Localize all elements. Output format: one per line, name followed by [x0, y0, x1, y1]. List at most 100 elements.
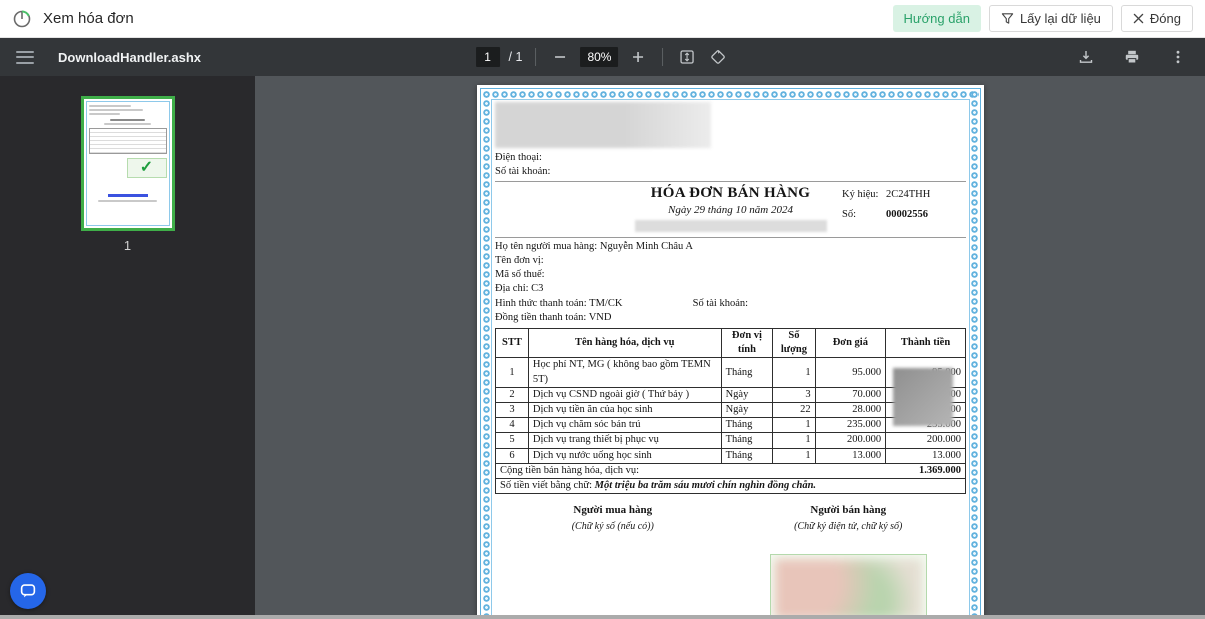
redacted-code-strip	[634, 219, 827, 232]
redacted-qr-code	[893, 367, 953, 426]
currency-value: VND	[588, 311, 612, 323]
line-item-cell: 3	[495, 402, 529, 419]
line-item-cell: Dịch vụ nước uống học sinh	[527, 447, 722, 464]
thumbnail-link-line	[107, 194, 148, 197]
line-item-cell: Dịch vụ CSND ngoài giờ ( Thứ bảy )	[527, 386, 722, 404]
line-item-cell: 1	[772, 357, 816, 388]
line-item-cell: Dịch vụ chăm sóc bán trú	[527, 417, 722, 434]
pie-chart-icon	[12, 9, 32, 29]
header-actions: Hướng dẫn Lấy lại dữ liệu Đóng	[892, 5, 1193, 32]
thumbnail-page-number: 1	[123, 238, 132, 253]
page-title: Xem hóa đơn	[43, 10, 134, 27]
line-item-cell: 22	[772, 402, 816, 419]
pdf-action-icons	[1075, 46, 1189, 68]
invoice-header: HÓA ĐƠN BÁN HÀNG Ngày 29 tháng 10 năm 20…	[495, 184, 966, 234]
horizontal-scrollbar[interactable]	[0, 615, 1205, 619]
amount-in-words-row: Số tiền viết bằng chữ: Một triệu ba trăm…	[495, 478, 966, 495]
page-count-label: / 1	[508, 50, 523, 64]
pdf-page-zoom-controls: / 1	[475, 38, 730, 76]
funnel-icon	[1001, 12, 1014, 25]
toolbar-divider	[535, 48, 537, 66]
x-icon	[1133, 13, 1144, 24]
pdf-viewport[interactable]: Điện thoại: Số tài khoản: HÓA ĐƠN BÁN HÀ…	[255, 76, 1205, 615]
line-item-cell: 95.000	[814, 357, 887, 388]
download-icon[interactable]	[1075, 46, 1097, 68]
rotate-icon[interactable]	[707, 46, 729, 68]
zoom-in-icon[interactable]	[627, 46, 649, 68]
buyer-tax-label: Mã số thuế:	[495, 269, 545, 281]
buyer-unit-label: Tên đơn vị:	[495, 255, 544, 267]
zoom-out-icon[interactable]	[549, 46, 571, 68]
close-button-label: Đóng	[1149, 11, 1181, 26]
number-value: 00002556	[886, 208, 928, 220]
buyer-signature-block: Người mua hàng (Chữ ký số (nếu có))	[495, 503, 731, 615]
print-icon[interactable]	[1121, 46, 1143, 68]
col-description: Tên hàng hóa, dịch vụ	[527, 328, 722, 359]
reload-button-label: Lấy lại dữ liệu	[1019, 11, 1101, 26]
toolbar-divider	[662, 48, 664, 66]
kebab-menu-icon[interactable]	[1167, 46, 1189, 68]
line-item-cell: 3	[772, 386, 816, 404]
pdf-toolbar: DownloadHandler.ashx / 1	[0, 38, 1205, 76]
chat-bubble-icon[interactable]	[10, 573, 46, 609]
digital-signature-stamp	[769, 553, 927, 615]
line-item-cell: 1	[772, 417, 816, 434]
guide-button[interactable]: Hướng dẫn	[892, 5, 981, 32]
serial-block: Ký hiệu: 2C24THH Số: 00002556	[842, 188, 964, 226]
thumbnail-signature-stamp: ✓	[126, 158, 167, 178]
line-item-cell: Ngày	[720, 386, 774, 404]
close-button[interactable]: Đóng	[1120, 5, 1193, 32]
seller-sign-title: Người bán hàng	[810, 504, 887, 517]
number-label: Số:	[842, 208, 857, 220]
buyer-sign-title: Người mua hàng	[573, 504, 653, 517]
page-thumbnail[interactable]: ✓	[80, 96, 175, 231]
buyer-section: Họ tên người mua hàng: Nguyễn Minh Châu …	[495, 240, 966, 426]
total-value: 1.369.000	[919, 464, 961, 476]
line-item-cell: 13.000	[814, 447, 887, 464]
line-item-cell: 5	[495, 432, 529, 449]
line-item-cell: Ngày	[720, 402, 774, 419]
phone-line: Điện thoại:	[495, 152, 542, 163]
buyer-address-label: Địa chỉ:	[495, 283, 529, 295]
app-header: Xem hóa đơn Hướng dẫn Lấy lại dữ liệu Đó…	[0, 0, 1205, 38]
page-number-input[interactable]	[475, 47, 500, 67]
thumbnail-sidebar: ✓ 1	[0, 76, 255, 615]
payment-label: Hình thức thanh toán:	[495, 297, 587, 309]
fit-page-icon[interactable]	[676, 46, 698, 68]
redacted-seller-info	[495, 102, 711, 148]
line-item-cell: Tháng	[720, 447, 774, 464]
line-item-cell: Tháng	[720, 417, 774, 434]
guide-button-label: Hướng dẫn	[903, 11, 970, 26]
col-amount: Thành tiền	[885, 328, 966, 359]
pdf-filename: DownloadHandler.ashx	[58, 49, 202, 65]
zoom-level-input[interactable]	[580, 47, 619, 67]
line-item-cell: Dịch vụ tiền ăn của học sinh	[527, 402, 722, 419]
hamburger-menu-icon[interactable]	[16, 50, 34, 64]
line-item-cell: 200.000	[814, 432, 887, 449]
col-unit: Đơn vị tính	[720, 328, 774, 359]
buyer-name-label: Họ tên người mua hàng:	[495, 240, 598, 252]
line-item-row: 5 Dịch vụ trang thiết bị phục vụ Tháng 1 200…	[495, 432, 966, 449]
line-item-cell: 13.000	[885, 447, 966, 464]
thumbnail-table	[88, 128, 167, 154]
invoice-content: Điện thoại: Số tài khoản: HÓA ĐƠN BÁN HÀ…	[495, 102, 966, 615]
seller-signature-block: Người bán hàng (Chữ ký điện tử, chữ ký s…	[731, 503, 967, 615]
buyer-account-label: Số tài khoản:	[692, 297, 749, 309]
total-label: Cộng tiền bán hàng hóa, dịch vụ:	[500, 464, 640, 476]
total-row: Cộng tiền bán hàng hóa, dịch vụ: 1.369.0…	[495, 462, 966, 480]
line-item-cell: 200.000	[885, 432, 966, 449]
serial-value: 2C24THH	[886, 189, 931, 201]
line-item-cell: Dịch vụ trang thiết bị phục vụ	[527, 432, 722, 449]
col-quantity: Số lượng	[772, 328, 816, 359]
serial-label: Ký hiệu:	[842, 189, 879, 201]
line-item-cell: 2	[495, 386, 529, 404]
signature-section: Người mua hàng (Chữ ký số (nếu có)) Ngườ…	[495, 503, 966, 615]
line-item-cell: 235.000	[814, 417, 887, 434]
buyer-address-value: C3	[531, 283, 544, 295]
line-item-cell: 1	[772, 432, 816, 449]
words-value: Một triệu ba trăm sáu mươi chín nghìn đồ…	[594, 480, 817, 492]
seller-sign-subtitle: (Chữ ký điện tử, chữ ký số)	[794, 521, 903, 533]
table-header-row: STT Tên hàng hóa, dịch vụ Đơn vị tính Số…	[495, 328, 966, 359]
col-unit-price: Đơn giá	[814, 328, 887, 359]
reload-data-button[interactable]: Lấy lại dữ liệu	[988, 5, 1113, 32]
